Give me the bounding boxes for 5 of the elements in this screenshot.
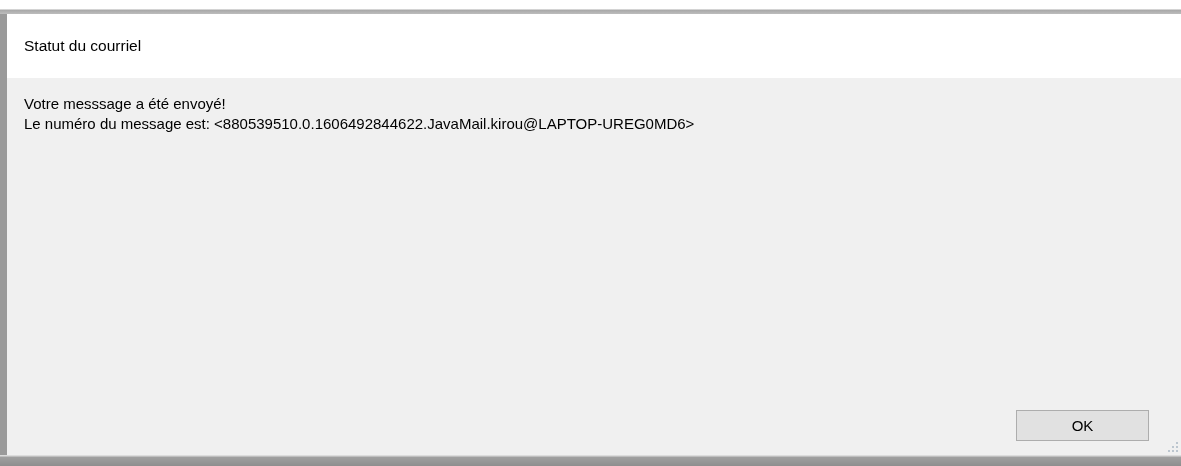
window-title: Statut du courriel	[24, 37, 142, 55]
ok-button[interactable]: OK	[1016, 410, 1149, 441]
message-text: Votre messsage a été envoyé!	[24, 94, 227, 114]
resize-grip-icon[interactable]	[1168, 442, 1178, 452]
message-text: Le numéro du message est: <880539510.0.1606492844622.JavaMail.kirou@LAPTOP-UREG0MD6>	[24, 114, 696, 134]
